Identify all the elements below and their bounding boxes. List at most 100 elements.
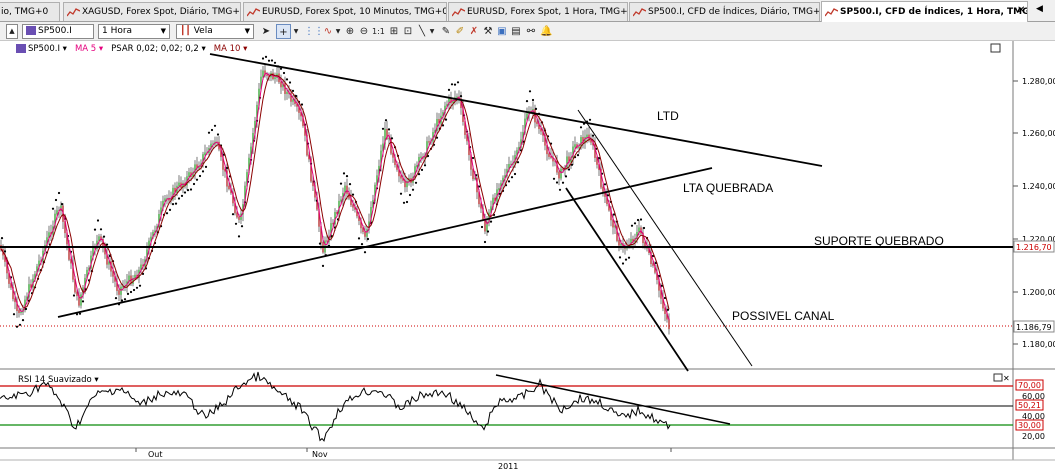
psar-dot [447, 88, 451, 91]
collapse-icon[interactable]: ▲ [6, 24, 18, 39]
tab-chart-active[interactable]: SP500.I, CFD de Índices, 1 Hora, TMG+0 [821, 1, 1028, 22]
dropdown-arrow-icon[interactable]: ▼ [334, 24, 342, 39]
psar-dot [213, 124, 217, 127]
psar-dot [18, 323, 22, 326]
svg-text:50,21: 50,21 [1018, 401, 1041, 410]
price-tick: 1.200,00 [1013, 288, 1055, 297]
timeframe-select[interactable]: 1 Hora ▼ [98, 24, 170, 39]
grid-icon[interactable]: ⋮⋮ [304, 24, 324, 39]
chart-type-select[interactable]: ┃┃ Vela ▼ [176, 24, 254, 39]
line-tool-icon[interactable]: ╲ [416, 24, 428, 39]
psar-dot [624, 258, 628, 261]
tab-chart-1[interactable]: io, TMG+0 [0, 2, 60, 21]
layout-icon[interactable]: ⊡ [402, 24, 414, 39]
tab-chart-2[interactable]: XAGUSD, Forex Spot, Diário, TMG+0 [63, 2, 241, 21]
psar-dot [177, 197, 181, 200]
psar-dot [195, 178, 199, 181]
price-chart[interactable]: LTD LTA QUEBRADA SUPORTE QUEBRADO POSSIV… [0, 41, 1055, 476]
svg-text:1.200,00: 1.200,00 [1022, 288, 1055, 297]
candles [0, 64, 670, 335]
alert-icon[interactable]: 🔔 [540, 24, 552, 39]
psar-dot [198, 174, 202, 178]
svg-text:1.180,00: 1.180,00 [1022, 340, 1055, 349]
psar-dot [402, 201, 406, 204]
lta-label: LTA QUEBRADA [683, 181, 773, 195]
tools-icon[interactable]: ⚒ [482, 24, 494, 39]
close-tab-icon[interactable]: ✕ [1017, 5, 1025, 16]
price-tick: 1.280,00 [1013, 77, 1055, 86]
indicator-icon[interactable]: ∿ [322, 24, 334, 39]
chart-window-icon[interactable]: ⊞ [388, 24, 400, 39]
save-icon[interactable]: ▣ [496, 24, 508, 39]
zoom-in-icon[interactable]: ⊕ [344, 24, 356, 39]
psar-dot [54, 198, 58, 202]
link-icon[interactable]: ⚯ [524, 24, 538, 39]
zoom-reset-icon[interactable]: 1:1 [372, 24, 385, 39]
delete-drawing-icon[interactable]: ✗ [468, 24, 480, 39]
rsi-trendline[interactable] [495, 374, 731, 425]
channel-lower-line[interactable] [565, 187, 689, 372]
psar-dot [480, 225, 484, 229]
tab-label: SP500.I, CFD de Índices, 1 Hora, TMG+0 [840, 7, 1028, 17]
tab-bar: io, TMG+0 XAGUSD, Forex Spot, Diário, TM… [0, 0, 1055, 22]
psar-dot [120, 299, 124, 302]
psar-dot [381, 127, 385, 130]
price-tick: 1.180,00 [1013, 340, 1055, 349]
psar-dot [114, 297, 118, 300]
tab-chart-5[interactable]: SP500.I, CFD de Índices, Diário, TMG+0 [629, 2, 820, 21]
close-rsi-icon[interactable]: ✕ [1003, 374, 1010, 383]
rsi-value-tag: 50,21 [1015, 399, 1044, 411]
template-icon[interactable]: ▤ [510, 24, 522, 39]
psar-dot [12, 313, 16, 316]
psar-dot [201, 170, 205, 173]
symbol-input[interactable]: SP500.I [22, 24, 94, 39]
svg-text:1.216,70: 1.216,70 [1016, 243, 1052, 252]
psar-dot [0, 237, 4, 240]
psar-dot [345, 175, 349, 178]
price-axis[interactable]: 1.280,00 1.260,00 1.240,00 1.220,00 1.20… [1013, 77, 1055, 349]
psar-dot [285, 78, 289, 81]
psar-dot [186, 189, 190, 192]
maximize-pane-icon[interactable] [990, 43, 1001, 53]
lta-trendline[interactable] [57, 167, 713, 318]
draw-icon[interactable]: ✎ [440, 24, 452, 39]
maximize-rsi-icon[interactable] [993, 373, 1003, 382]
psar-dot [405, 200, 409, 204]
psar-dot [207, 131, 211, 134]
psar-dot [636, 218, 640, 222]
support-price-tag: 1.216,70 [1013, 240, 1055, 253]
psar-dot [270, 59, 274, 62]
psar-dot [189, 188, 193, 191]
svg-text:30,00: 30,00 [1018, 421, 1041, 430]
psar-dot [633, 222, 637, 225]
rsi-axis[interactable]: 60,00 40,00 20,00 [1022, 392, 1045, 441]
psar-dot [132, 288, 136, 292]
psar-dot [408, 193, 412, 197]
dropdown-arrow-icon[interactable]: ▼ [428, 24, 436, 39]
psar-dot [192, 182, 196, 186]
psar-dot [366, 237, 370, 241]
tab-label: EURUSD, Forex Spot, 1 Hora, TMG+0 [467, 7, 628, 17]
ltd-trendline[interactable] [209, 53, 823, 167]
svg-text:1.260,00: 1.260,00 [1022, 129, 1055, 138]
candle-icon: ┃┃ [180, 26, 191, 36]
zoom-out-icon[interactable]: ⊖ [358, 24, 370, 39]
psar-dot [99, 228, 103, 231]
price-tick: 1.240,00 [1013, 182, 1055, 191]
crosshair-icon[interactable]: + [276, 24, 291, 39]
tab-scroll-left-icon[interactable]: ◀ [1036, 4, 1043, 14]
brush-icon[interactable]: ✐ [454, 24, 466, 39]
pointer-icon[interactable]: ➤ [260, 24, 272, 39]
psar-dot [588, 118, 592, 121]
tab-chart-3[interactable]: EURUSD, Forex Spot, 10 Minutos, TMG+0 [243, 2, 447, 21]
psar-dot [123, 298, 127, 301]
psar-dot [93, 228, 97, 231]
psar-dot [423, 164, 427, 167]
psar-dot [552, 177, 556, 180]
dropdown-arrow-icon[interactable]: ▼ [292, 24, 300, 39]
psar-dot [528, 90, 532, 93]
psar-dot [411, 188, 415, 191]
rsi-study-label[interactable]: RSI 14 Suavizado ▾ [18, 375, 99, 385]
chart-icon [451, 7, 466, 17]
tab-chart-4[interactable]: EURUSD, Forex Spot, 1 Hora, TMG+0 [448, 2, 628, 21]
